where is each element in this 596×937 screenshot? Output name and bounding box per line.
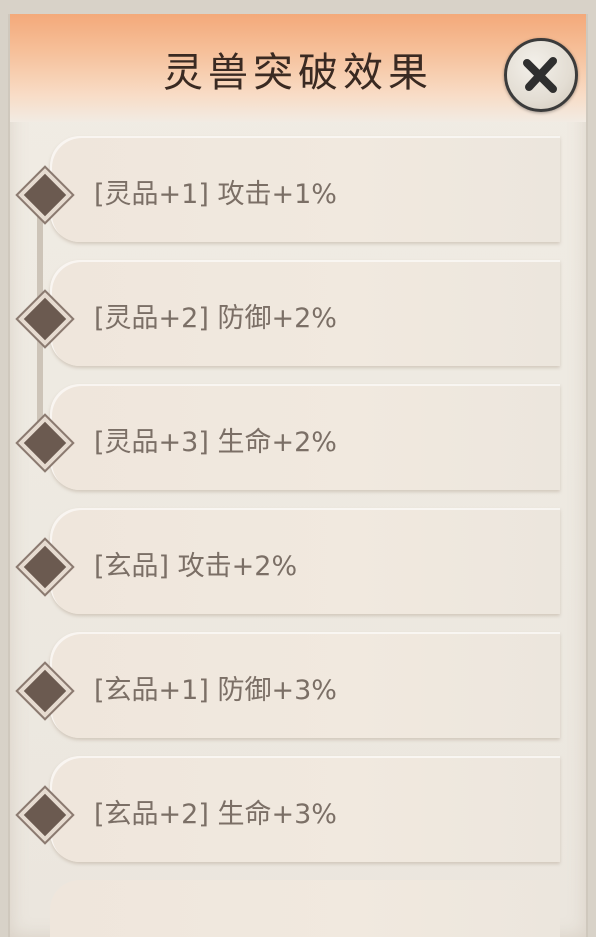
effect-label: [玄品] 攻击+2% xyxy=(94,551,298,582)
effect-label: [玄品+2] 生命+3% xyxy=(94,799,337,830)
effect-label: [灵品+2] 防御+2% xyxy=(94,303,337,334)
effect-row: [灵品+1] 攻击+1% xyxy=(50,136,560,242)
effect-label: [玄品+1] 防御+3% xyxy=(94,675,337,706)
effect-row: [玄品+1] 防御+3% xyxy=(50,632,560,738)
breakthrough-effects-panel: 灵兽突破效果 [灵品+1] 攻击+1% [灵品+2] 防御+2% [灵品+3] … xyxy=(8,14,588,937)
effect-row: [灵品+3] 生命+2% xyxy=(50,384,560,490)
effect-label: [灵品+1] 攻击+1% xyxy=(94,179,337,210)
effect-row-partial xyxy=(50,880,560,937)
effects-list: [灵品+1] 攻击+1% [灵品+2] 防御+2% [灵品+3] 生命+2% [… xyxy=(10,14,586,937)
effect-row: [玄品+2] 生命+3% xyxy=(50,756,560,862)
effect-label: [灵品+3] 生命+2% xyxy=(94,427,337,458)
effect-row: [玄品] 攻击+2% xyxy=(50,508,560,614)
effect-row: [灵品+2] 防御+2% xyxy=(50,260,560,366)
